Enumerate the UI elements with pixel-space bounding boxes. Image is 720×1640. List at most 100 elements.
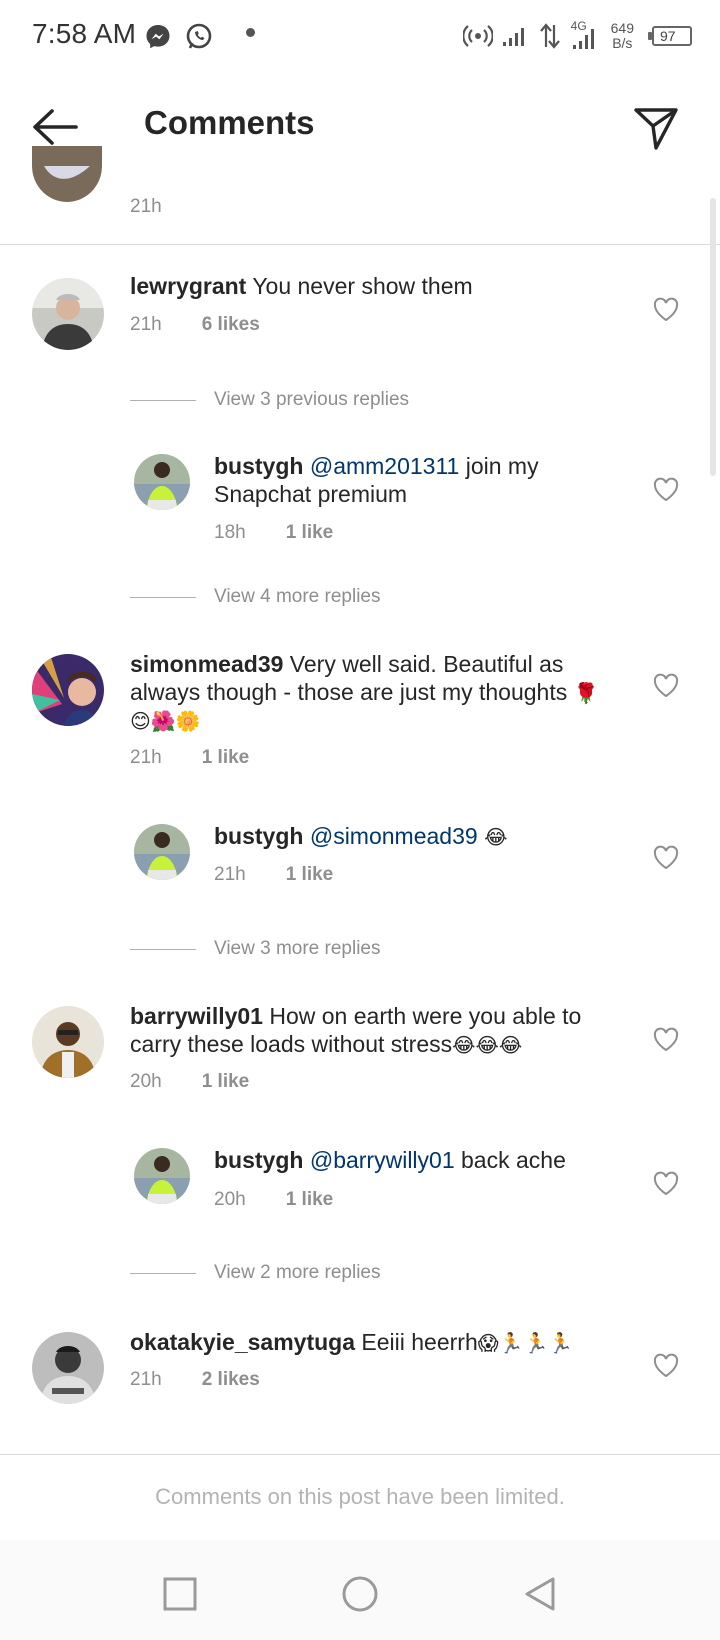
- arrow-left-icon[interactable]: [28, 104, 82, 150]
- view-more-replies[interactable]: View 2 more replies: [130, 1262, 381, 1284]
- notification-dot: [246, 28, 255, 37]
- circle-icon[interactable]: [338, 1572, 382, 1616]
- reply-text: bustygh @simonmead39 😂: [214, 822, 614, 851]
- view-replies-label: View 3 more replies: [214, 938, 381, 959]
- reply-body: back ache: [461, 1147, 566, 1173]
- avatar[interactable]: [32, 146, 102, 202]
- comment-meta: 20h 1 like: [130, 1071, 249, 1093]
- view-replies-label: View 2 more replies: [214, 1262, 381, 1283]
- heart-outline-icon[interactable]: [652, 672, 680, 700]
- mention-link[interactable]: @barrywilly01: [310, 1147, 455, 1173]
- reply-line: [130, 399, 196, 401]
- avatar[interactable]: [134, 454, 190, 510]
- comment-time: 21h: [130, 314, 162, 335]
- likes-count[interactable]: 6 likes: [202, 314, 260, 336]
- heart-outline-icon[interactable]: [652, 1352, 680, 1380]
- comment-text: barrywilly01 How on earth were you able …: [130, 1002, 620, 1059]
- status-bar: 7:58 AM 4G 649 B/s 97: [0, 0, 720, 72]
- reply-text: bustygh @amm201311 join my Snapchat prem…: [214, 452, 614, 508]
- avatar[interactable]: [32, 1006, 104, 1078]
- heart-outline-icon[interactable]: [652, 844, 680, 872]
- comment-time: 21h: [130, 747, 162, 768]
- likes-count[interactable]: 1 like: [286, 522, 334, 544]
- likes-count[interactable]: 2 likes: [202, 1369, 260, 1391]
- heart-outline-icon[interactable]: [652, 476, 680, 504]
- likes-count[interactable]: 1 like: [286, 1189, 334, 1211]
- avatar[interactable]: [134, 1148, 190, 1204]
- comment-emoji-2: 🌹: [573, 681, 599, 705]
- view-previous-replies[interactable]: View 3 previous replies: [130, 389, 409, 411]
- reply-meta: 21h 1 like: [214, 864, 333, 886]
- reply-line: [130, 1272, 196, 1274]
- mention-link[interactable]: @simonmead39: [310, 823, 478, 849]
- comment-body-1: How on earth were you able to: [269, 1003, 582, 1029]
- reply-meta: 20h 1 like: [214, 1189, 333, 1211]
- mention-link[interactable]: @amm201311: [310, 453, 460, 479]
- comment-body-2: carry these loads without stress: [130, 1031, 453, 1057]
- comment-emoji-3: 😊🌺🌼: [130, 709, 201, 733]
- hotspot-icon: [462, 25, 493, 47]
- signal-icon: [502, 28, 524, 46]
- reply-line: [130, 948, 196, 950]
- avatar[interactable]: [32, 1332, 104, 1404]
- reply-body-2: Snapchat premium: [214, 481, 408, 507]
- comment-time: 20h: [130, 1071, 162, 1092]
- comment-text: okatakyie_samytuga Eeiii heerrh😱🏃🏃🏃: [130, 1328, 620, 1357]
- comment-username[interactable]: barrywilly01: [130, 1003, 263, 1029]
- reply-emoji: 😂: [484, 825, 508, 849]
- avatar[interactable]: [32, 654, 104, 726]
- reply-body-1: join my: [465, 453, 539, 479]
- reply-username[interactable]: bustygh: [214, 823, 303, 849]
- messenger-icon: [146, 25, 170, 49]
- comment-body-2: always though - those are just my though…: [130, 679, 568, 705]
- heart-outline-icon[interactable]: [652, 1026, 680, 1054]
- comment-meta: 21h 2 likes: [130, 1369, 260, 1391]
- likes-count[interactable]: 1 like: [202, 1071, 250, 1093]
- comment-username[interactable]: simonmead39: [130, 651, 283, 677]
- reply-line: [130, 596, 196, 598]
- comment-username[interactable]: okatakyie_samytuga: [130, 1329, 355, 1355]
- view-more-replies[interactable]: View 3 more replies: [130, 938, 381, 960]
- comment-emoji: 😱🏃🏃🏃: [477, 1331, 574, 1355]
- comment-username[interactable]: lewrygrant: [130, 273, 246, 299]
- scrollbar[interactable]: [710, 198, 716, 476]
- reply-text: bustygh @barrywilly01 back ache: [214, 1146, 614, 1174]
- whatsapp-icon: [186, 23, 212, 49]
- comment-emoji: 😂😂😂: [452, 1033, 523, 1057]
- comment-body-1: Very well said. Beautiful as: [289, 651, 564, 677]
- status-time: 7:58 AM: [32, 18, 137, 49]
- likes-count[interactable]: 1 like: [286, 864, 334, 886]
- page-title: Comments: [144, 104, 315, 141]
- network-speed: 649 B/s: [611, 21, 634, 51]
- view-replies-label: View 3 previous replies: [214, 389, 410, 410]
- likes-count[interactable]: 1 like: [202, 747, 250, 769]
- comment-time: 21h: [130, 196, 162, 217]
- comment-time: 21h: [130, 1369, 162, 1390]
- battery-indicator: 97: [648, 26, 692, 46]
- comment-meta: 21h 6 likes: [130, 314, 260, 336]
- square-icon[interactable]: [158, 1572, 202, 1616]
- reply-time: 21h: [214, 864, 246, 885]
- comment-body: Eeiii heerrh: [361, 1329, 478, 1355]
- heart-outline-icon[interactable]: [652, 1170, 680, 1198]
- avatar[interactable]: [134, 824, 190, 880]
- speed-value: 649: [610, 20, 634, 36]
- comment-body: You never show them: [252, 273, 473, 299]
- avatar[interactable]: [32, 278, 104, 350]
- status-right: 4G 649 B/s 97: [462, 16, 692, 56]
- paper-plane-icon[interactable]: [630, 102, 682, 154]
- heart-outline-icon[interactable]: [652, 296, 680, 324]
- comments-limited-notice: Comments on this post have been limited.: [155, 1484, 565, 1509]
- triangle-icon[interactable]: [518, 1572, 562, 1616]
- data-transfer-icon: [539, 23, 560, 49]
- reply-username[interactable]: bustygh: [214, 453, 303, 479]
- reply-meta: 18h 1 like: [214, 522, 333, 544]
- divider: [0, 244, 720, 245]
- view-more-replies[interactable]: View 4 more replies: [130, 586, 381, 608]
- view-replies-label: View 4 more replies: [214, 586, 381, 607]
- footer-divider: [0, 1454, 720, 1455]
- reply-time: 20h: [214, 1189, 246, 1210]
- reply-username[interactable]: bustygh: [214, 1147, 303, 1173]
- speed-unit: B/s: [612, 35, 633, 51]
- comment-text: simonmead39 Very well said. Beautiful as…: [130, 650, 620, 735]
